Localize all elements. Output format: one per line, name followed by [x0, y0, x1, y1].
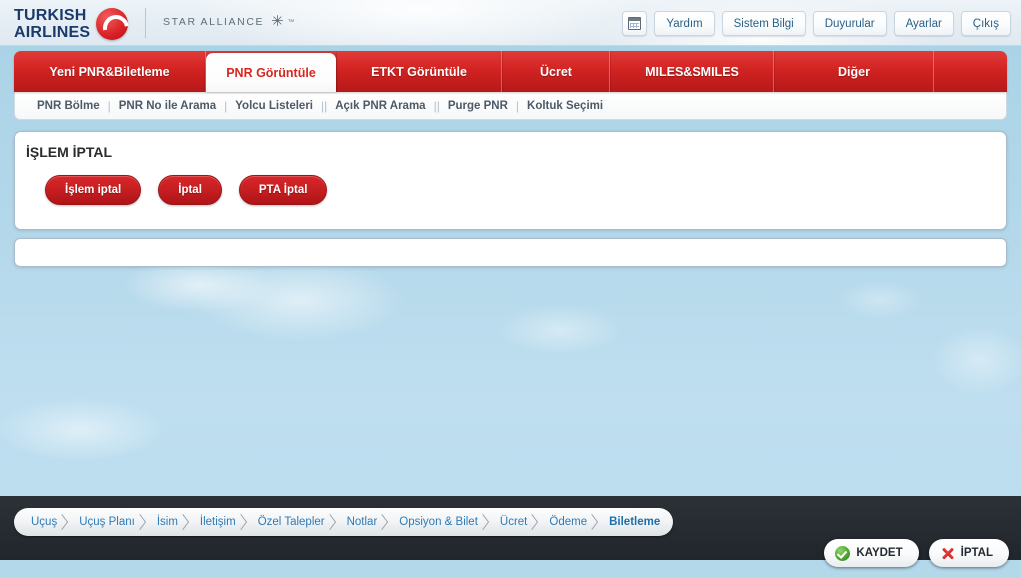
step-opsiyon-bilet[interactable]: Opsiyon & Bilet — [386, 508, 487, 536]
footer-action-buttons: KAYDET İPTAL — [824, 539, 1009, 567]
islem-iptal-panel: İŞLEM İPTAL İşlem iptal İptal PTA İptal — [14, 131, 1007, 230]
calendar-icon — [628, 17, 642, 30]
booking-steps-breadcrumb: Uçuş Uçuş Planı İsim İletişim Özel Talep… — [14, 508, 674, 536]
logo-line-1: TURKISH — [14, 7, 87, 24]
step-biletleme[interactable]: Biletleme — [596, 508, 669, 536]
iptal-button-footer[interactable]: İPTAL — [928, 539, 1009, 567]
tab-miles-and-smiles[interactable]: MILES&SMILES — [610, 51, 774, 92]
subnav-item-pnr-no-ile-arama[interactable]: PNR No ile Arama — [111, 100, 224, 112]
step-ozel-talepler[interactable]: Özel Talepler — [245, 508, 334, 536]
pta-iptal-button[interactable]: PTA İptal — [238, 175, 328, 205]
subnav-item-pnr-bolme[interactable]: PNR Bölme — [29, 100, 108, 112]
trademark-symbol: ™ — [287, 18, 296, 26]
star-alliance-label: STAR ALLIANCE — [163, 16, 265, 28]
kaydet-button[interactable]: KAYDET — [824, 539, 919, 567]
step-ucus[interactable]: Uçuş — [14, 508, 66, 536]
main-tabbar: Yeni PNR&Biletleme PNR Görüntüle ETKT Gö… — [14, 51, 1007, 92]
check-circle-icon — [835, 545, 851, 561]
iptal-button[interactable]: İptal — [158, 175, 222, 205]
step-isim[interactable]: İsim — [144, 508, 187, 536]
turkish-airlines-roundel-icon — [96, 8, 129, 40]
star-alliance-star-icon: ✳ — [271, 13, 286, 30]
step-ucus-plani[interactable]: Uçuş Planı — [66, 508, 144, 536]
tab-pnr-goruntule[interactable]: PNR Görüntüle — [206, 53, 336, 92]
panel-title: İŞLEM İPTAL — [26, 144, 113, 160]
header-actions: Yardım Sistem Bilgi Duyurular Ayarlar Çı… — [622, 11, 1011, 36]
tab-ucret[interactable]: Ücret — [502, 51, 610, 92]
system-info-button[interactable]: Sistem Bilgi — [721, 11, 806, 36]
app-header: TURKISH AIRLINES STAR ALLIANCE ✳ ™ Yardı… — [0, 0, 1021, 46]
logo-wordmark: TURKISH AIRLINES — [14, 7, 90, 41]
islem-iptal-button[interactable]: İşlem iptal — [45, 175, 142, 205]
step-ucret[interactable]: Ücret — [487, 508, 536, 536]
empty-result-panel — [14, 238, 1007, 267]
iptal-label: İPTAL — [960, 547, 993, 559]
subnav-bar: PNR Bölme | PNR No ile Arama | Yolcu Lis… — [14, 92, 1007, 120]
brand-logo[interactable]: TURKISH AIRLINES — [14, 4, 129, 44]
calendar-button[interactable] — [622, 11, 648, 36]
help-button[interactable]: Yardım — [654, 11, 715, 36]
step-odeme[interactable]: Ödeme — [536, 508, 596, 536]
star-alliance-logo: STAR ALLIANCE ✳ ™ — [163, 13, 296, 30]
x-mark-icon — [940, 546, 955, 561]
panel-button-group: İşlem iptal İptal PTA İptal — [45, 175, 328, 205]
subnav-item-acik-pnr-arama[interactable]: Açık PNR Arama — [327, 100, 433, 112]
step-iletisim[interactable]: İletişim — [187, 508, 245, 536]
logout-button[interactable]: Çıkış — [960, 11, 1011, 36]
tab-yeni-pnr-biletleme[interactable]: Yeni PNR&Biletleme — [14, 51, 206, 92]
logo-line-2: AIRLINES — [14, 24, 91, 41]
tab-etkt-goruntule[interactable]: ETKT Görüntüle — [336, 51, 502, 92]
settings-button[interactable]: Ayarlar — [893, 11, 954, 36]
kaydet-label: KAYDET — [856, 547, 903, 559]
subnav-item-purge-pnr[interactable]: Purge PNR — [440, 100, 516, 112]
header-divider — [145, 8, 146, 38]
step-notlar[interactable]: Notlar — [334, 508, 387, 536]
tab-diger[interactable]: Diğer — [774, 51, 934, 92]
announcements-button[interactable]: Duyurular — [812, 11, 887, 36]
subnav-item-koltuk-secimi[interactable]: Koltuk Seçimi — [519, 100, 611, 112]
subnav-item-yolcu-listeleri[interactable]: Yolcu Listeleri — [227, 100, 321, 112]
